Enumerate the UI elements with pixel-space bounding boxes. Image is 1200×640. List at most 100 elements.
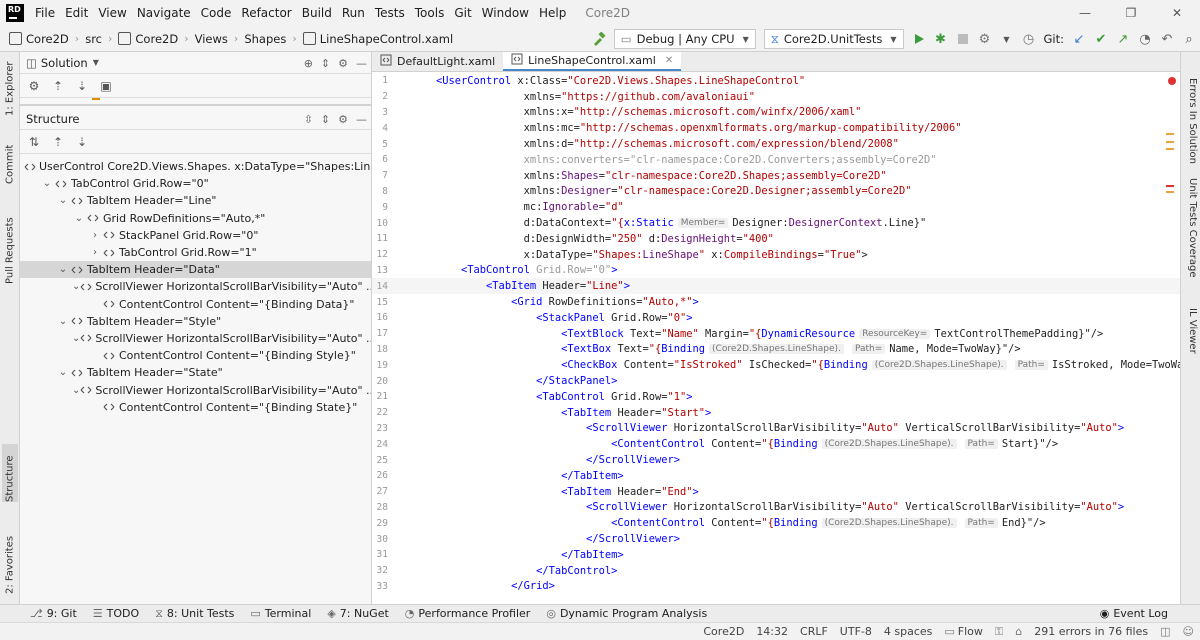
menu-item-tests[interactable]: Tests — [370, 6, 410, 20]
menu-item-view[interactable]: View — [93, 6, 131, 20]
search-icon[interactable]: ⌕ — [1178, 28, 1200, 50]
status-encoding[interactable]: UTF-8 — [834, 625, 878, 638]
event-log-button[interactable]: ◉ Event Log — [1092, 607, 1176, 620]
chevron-down-icon[interactable]: ⌄ — [40, 178, 54, 189]
history-icon[interactable]: ◔ — [1134, 28, 1156, 50]
solution-filter-icon[interactable]: ⚙ — [24, 76, 44, 96]
code-line[interactable]: 31 </TabItem> — [372, 547, 1180, 563]
bottom-tool-8-unit-tests[interactable]: ⧖ 8: Unit Tests — [147, 607, 242, 621]
expand-all-icon[interactable]: ⇳ — [304, 113, 313, 126]
memory-icon[interactable]: ◫ — [1154, 625, 1176, 638]
bottom-tool-9-git[interactable]: ⎇ 9: Git — [22, 607, 85, 621]
error-stripe[interactable] — [1166, 73, 1180, 604]
preview-icon[interactable]: ▣ — [96, 76, 116, 96]
code-line[interactable]: 27 <TabItem Header= "End" > — [372, 484, 1180, 500]
code-line[interactable]: 30 </ScrollViewer> — [372, 531, 1180, 547]
tree-node[interactable]: › StackPanel Grid.Row="0" — [20, 227, 371, 244]
gear-icon[interactable]: ⚙ — [338, 57, 348, 70]
tool-tab-commit[interactable]: Commit — [2, 138, 18, 184]
tree-node[interactable]: ContentControl Content="{Binding Data}" — [20, 296, 371, 313]
chevron-down-icon[interactable]: ⌄ — [56, 367, 70, 378]
code-line[interactable]: 10 d:DataContext= "{x:Static Member= Design… — [372, 215, 1180, 231]
tree-node[interactable]: ⌄ ScrollViewer HorizontalScrollBarVisibil… — [20, 330, 371, 347]
breadcrumb-item[interactable]: Core2D — [115, 32, 181, 46]
lock-icon[interactable]: ⚿ — [989, 625, 1009, 639]
notification-icon[interactable]: ☺ — [1177, 625, 1200, 638]
menu-item-help[interactable]: Help — [534, 6, 571, 20]
tree-node[interactable]: ⌄ TabControl Grid.Row="0" — [20, 175, 371, 192]
code-line[interactable]: 8 xmlns: Designer = "clr-namespace:Core2D.D… — [372, 184, 1180, 200]
chevron-down-icon[interactable]: ⌄ — [72, 281, 80, 292]
restore-icon[interactable]: ❐ — [1108, 0, 1154, 26]
rollback-icon[interactable]: ↶ — [1156, 28, 1178, 50]
code-line[interactable]: 12 x:DataType= "Shapes: LineShape " x: Compi… — [372, 247, 1180, 263]
chevron-down-icon[interactable]: ⌄ — [72, 333, 80, 344]
inspection-icon[interactable]: ⌂ — [1009, 625, 1028, 638]
move-down-icon[interactable]: ⇣ — [72, 76, 92, 96]
chevron-right-icon[interactable]: › — [88, 230, 102, 241]
breadcrumb-item[interactable]: Core2D — [6, 32, 72, 46]
status-errors[interactable]: 291 errors in 76 files — [1028, 625, 1154, 638]
chevron-down-icon[interactable]: ▼ — [93, 58, 99, 67]
code-line[interactable]: 22 <TabItem Header= "Start" > — [372, 405, 1180, 421]
menu-item-window[interactable]: Window — [477, 6, 534, 20]
menu-item-file[interactable]: File — [30, 6, 60, 20]
tool-tab-favorites[interactable]: 2: Favorites — [2, 526, 18, 594]
tool-tab-il-viewer[interactable]: IL Viewer — [1184, 308, 1198, 354]
code-line[interactable]: 5 xmlns:d= "http://schemas.microsoft.com/… — [372, 136, 1180, 152]
bottom-tool-todo[interactable]: ☰ TODO — [85, 607, 147, 621]
chevron-right-icon[interactable]: › — [88, 247, 102, 258]
git-push-icon[interactable]: ↗ — [1112, 28, 1134, 50]
bottom-tool-performance-profiler[interactable]: ◔ Performance Profiler — [397, 607, 539, 621]
tree-node[interactable]: UserControl Core2D.Views.Shapes. x:DataT… — [20, 158, 371, 175]
stop-icon[interactable] — [952, 28, 974, 50]
code-line[interactable]: 16 <StackPanel Grid.Row= "0" > — [372, 310, 1180, 326]
code-line[interactable]: 26 </TabItem> — [372, 468, 1180, 484]
configuration-select[interactable]: ▭ Debug | Any CPU ▼ — [613, 29, 756, 49]
chevron-down-icon[interactable]: ⌄ — [56, 264, 70, 275]
bottom-tool-dynamic-program-analysis[interactable]: ◎ Dynamic Program Analysis — [538, 607, 715, 621]
code-line[interactable]: 2 xmlns= "https://github.com/avaloniaui" — [372, 89, 1180, 105]
editor-tab[interactable]: DefaultLight.xaml — [372, 52, 503, 71]
code-line[interactable]: 9 mc: Ignorable = "d" — [372, 199, 1180, 215]
breadcrumb-item[interactable]: Shapes — [241, 32, 289, 46]
tree-node[interactable]: ContentControl Content="{Binding Style}" — [20, 347, 371, 364]
bottom-tool-terminal[interactable]: ▭ Terminal — [242, 607, 319, 621]
attach-icon[interactable]: ⚙ — [974, 28, 996, 50]
scroll-to-source-icon[interactable]: ⇡ — [48, 132, 68, 152]
code-line[interactable]: 33 </Grid> — [372, 579, 1180, 595]
chevron-down-icon[interactable]: ⌄ — [56, 316, 70, 327]
menu-item-build[interactable]: Build — [297, 6, 337, 20]
code-line[interactable]: 6 xmlns:converters="clr-namespace:Core2D… — [372, 152, 1180, 168]
menu-item-edit[interactable]: Edit — [60, 6, 93, 20]
solution-panel-title[interactable]: Solution — [41, 56, 88, 70]
code-line[interactable]: 7 xmlns: Shapes = "clr-namespace:Core2D.Sha… — [372, 168, 1180, 184]
status-flow[interactable]: ▭ Flow — [938, 625, 989, 638]
tree-node[interactable]: ⌄ TabItem Header="Style" — [20, 313, 371, 330]
menu-item-run[interactable]: Run — [337, 6, 370, 20]
collapse-icon[interactable]: ⇕ — [321, 113, 330, 126]
code-line[interactable]: 20 </StackPanel> — [372, 373, 1180, 389]
tool-tab-explorer[interactable]: 1: Explorer — [2, 58, 18, 116]
tree-node[interactable]: ⌄ Grid RowDefinitions="Auto,*" — [20, 210, 371, 227]
run-icon[interactable] — [908, 28, 930, 50]
tree-node[interactable]: ⌄ ScrollViewer HorizontalScrollBarVisibil… — [20, 381, 371, 398]
code-line[interactable]: 3 xmlns:x= "http://schemas.microsoft.com/… — [372, 105, 1180, 121]
code-line[interactable]: 23 <ScrollViewer HorizontalScrollBarVisi… — [372, 421, 1180, 437]
menu-item-code[interactable]: Code — [196, 6, 237, 20]
status-caret-position[interactable]: 14:32 — [750, 625, 794, 638]
git-commit-icon[interactable]: ✔ — [1090, 28, 1112, 50]
git-update-icon[interactable]: ↙ — [1068, 28, 1090, 50]
build-hammer-icon[interactable] — [588, 28, 610, 50]
code-area[interactable]: 1 <UserControl x:Class= "Core2D.Views.Shap… — [372, 73, 1180, 604]
tree-node[interactable]: ⌄ TabItem Header="State" — [20, 364, 371, 381]
menu-item-git[interactable]: Git — [449, 6, 476, 20]
tool-tab-coverage[interactable]: Unit Tests Coverage — [1184, 178, 1198, 278]
menu-item-tools[interactable]: Tools — [410, 6, 450, 20]
profile-icon[interactable]: ◷ — [1018, 28, 1040, 50]
code-line[interactable]: 15 <Grid RowDefinitions= "Auto,*" > — [372, 294, 1180, 310]
warning-marker[interactable] — [1166, 148, 1174, 150]
chevron-down-icon[interactable]: ⌄ — [56, 195, 70, 206]
locate-icon[interactable]: ⊕ — [304, 57, 313, 70]
chevron-down-icon[interactable]: ⌄ — [72, 385, 80, 396]
